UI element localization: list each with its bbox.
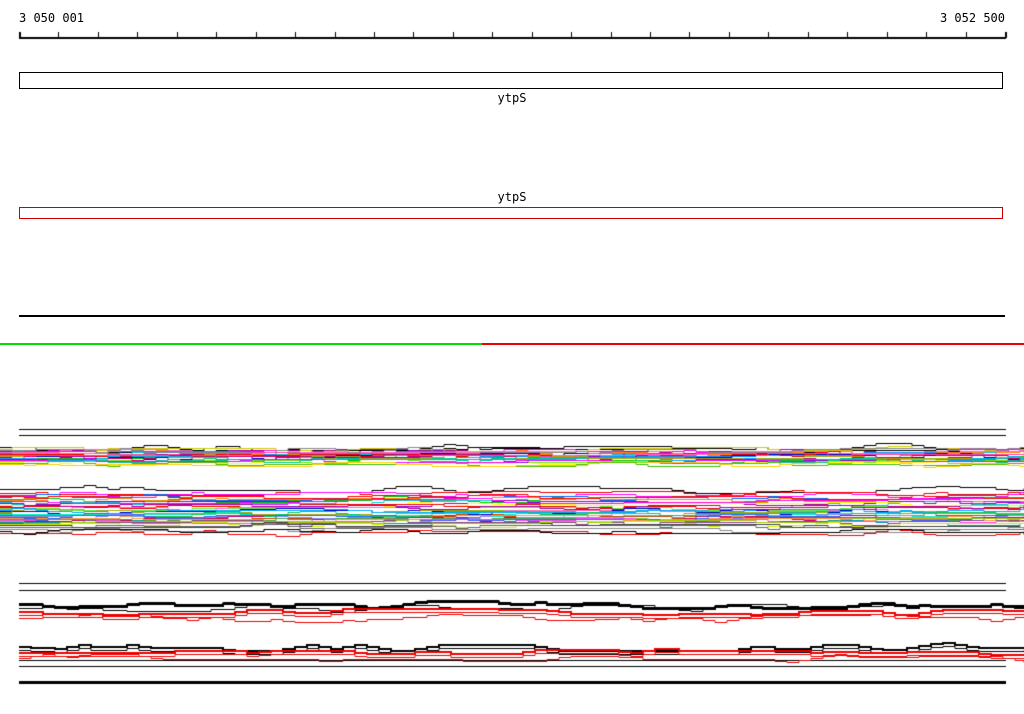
genome-browser-view: 3 050 001 3 052 500 ytpS ytpS bbox=[0, 0, 1024, 714]
gene-box-bottom[interactable] bbox=[19, 207, 1003, 219]
gene-label-top: ytpS bbox=[497, 91, 527, 105]
separator-line bbox=[19, 315, 1005, 317]
gene-box-top[interactable] bbox=[19, 72, 1003, 89]
strand-marker-green bbox=[0, 343, 482, 345]
ruler-start-position: 3 050 001 bbox=[19, 11, 85, 25]
genome-plot-canvas bbox=[0, 0, 1024, 714]
gene-label-bottom: ytpS bbox=[497, 190, 527, 204]
strand-marker-red bbox=[482, 343, 1024, 345]
ruler-end-position: 3 052 500 bbox=[939, 11, 1005, 25]
